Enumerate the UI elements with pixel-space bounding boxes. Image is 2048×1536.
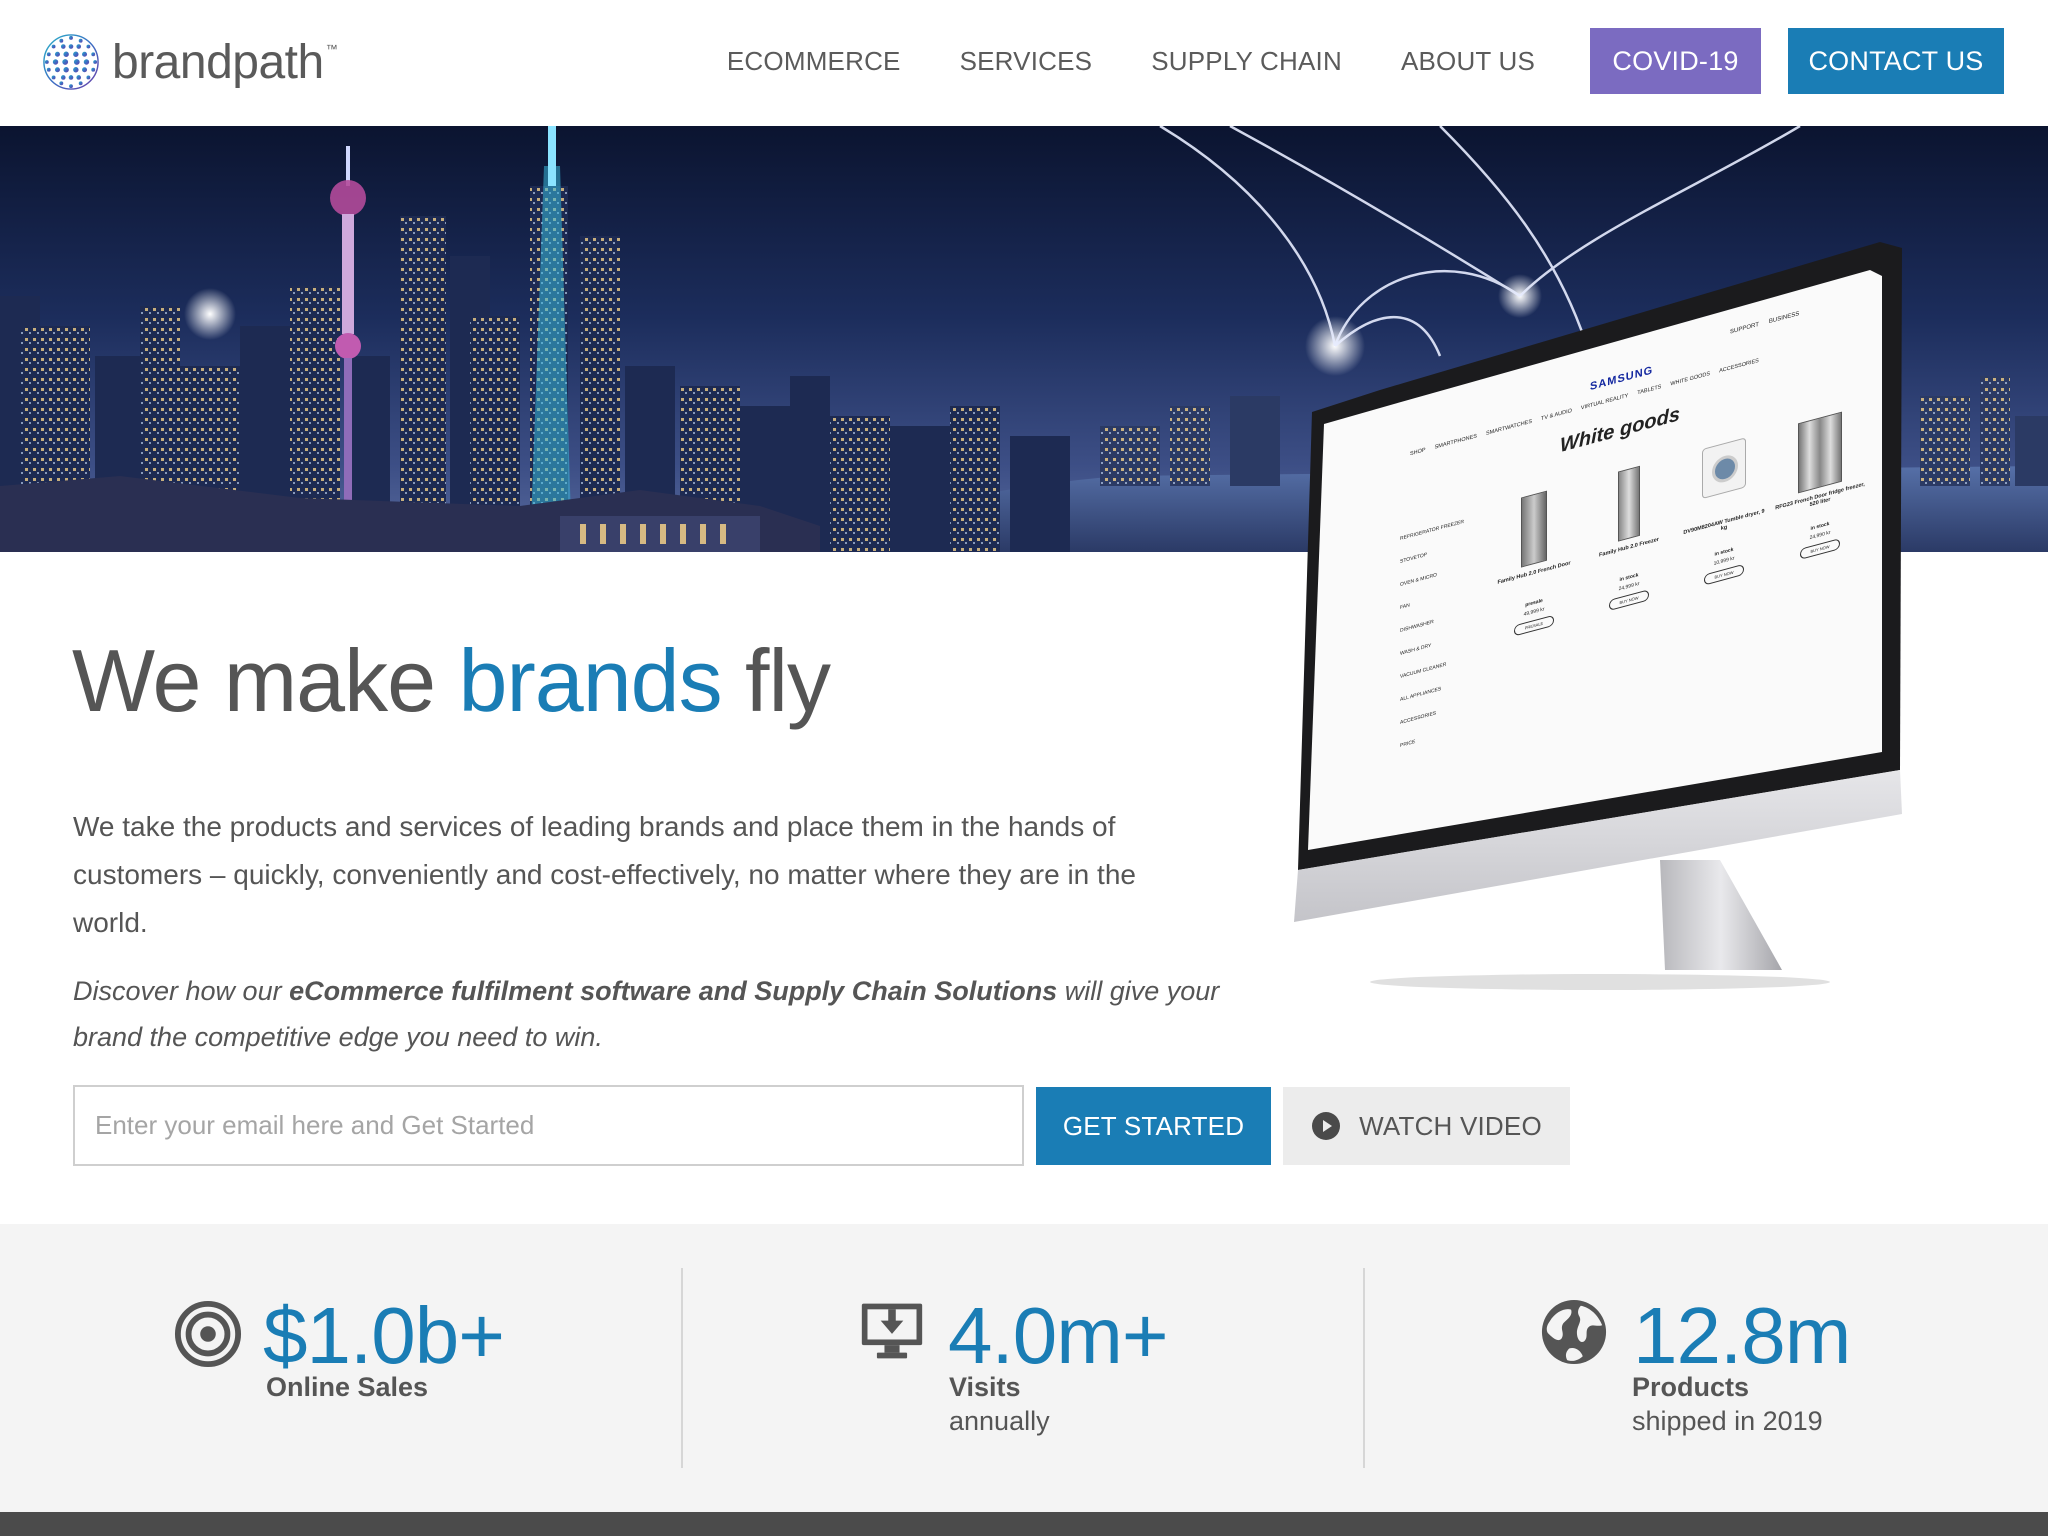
screen-tab: VIRTUAL REALITY [1580,392,1629,412]
nav-ecommerce[interactable]: ECOMMERCE [727,46,901,77]
main-nav: ECOMMERCE SERVICES SUPPLY CHAIN ABOUT US… [727,28,2004,94]
stat-subtext: shipped in 2019 [1632,1406,1823,1436]
stats-section: $1.0b+ Online Sales 4.0m+ Visits annuall… [0,1224,2048,1512]
target-icon [174,1300,242,1368]
screen-product-name: DV90M8204AW Tumble dryer, 9 kg [1683,508,1765,537]
screen-tab: SHOP [1410,447,1426,458]
footer-bar [0,1512,2048,1536]
email-input[interactable] [73,1085,1024,1166]
get-started-button[interactable]: GET STARTED [1036,1087,1271,1165]
globe-logo-icon [43,34,99,90]
headline-text-start: We make [72,631,459,730]
covid-button[interactable]: COVID-19 [1590,28,1761,94]
screen-tab: WHITE GOODS [1670,370,1711,388]
stat-subtext: annually [949,1406,1050,1436]
brand-name: brandpath [112,35,324,89]
screen-tab: SMARTWATCHES [1485,418,1533,437]
stats-divider [1363,1268,1365,1468]
trademark-mark: ™ [325,42,338,56]
dryer-image [1702,437,1746,500]
screen-product-card: DV90M8204AW Tumble dryer, 9 kg in stock … [1680,431,1768,592]
screen-product-card: Family Hub 2.0 Freezer in stock 24,999 k… [1585,457,1673,618]
stat-label: Visits [949,1372,1021,1402]
headline-accent-word: brands [458,631,723,730]
fridge-image [1618,465,1640,542]
nav-services[interactable]: SERVICES [960,46,1093,77]
stat-value: 12.8m [1633,1291,1851,1380]
globe-icon [1541,1299,1607,1365]
imac-mockup: SUPPORT BUSINESS SAMSUNG SHOP SMARTPHONE… [1290,230,1910,1000]
monitor-download-icon [861,1303,923,1359]
discover-text-start: Discover how our [73,976,290,1006]
play-icon [1312,1112,1341,1140]
site-header: brandpath ™ ECOMMERCE SERVICES SUPPLY CH… [0,0,2048,126]
signup-form: GET STARTED WATCH VIDEO [73,1085,1570,1166]
headline-text-end: fly [721,631,831,730]
stat-value: 4.0m+ [948,1291,1169,1380]
discover-bold-text: eCommerce fulfilment software and Supply… [289,976,1058,1006]
screen-tab: ACCESSORIES [1719,357,1759,375]
screen-sidebar: REFRIGERATOR FREEZER STOVETOP OVEN & MIC… [1400,507,1480,758]
hero-headline: We make brands fly [72,630,831,732]
screen-tab: SMARTPHONES [1434,433,1477,451]
hero-intro-paragraph: We take the products and services of lea… [73,811,1136,938]
nav-about-us[interactable]: ABOUT US [1401,46,1535,77]
stat-value: $1.0b+ [263,1291,505,1380]
stat-label: Products [1632,1372,1750,1402]
contact-us-button[interactable]: CONTACT US [1788,28,2004,94]
hero-discover-paragraph: Discover how our eCommerce fulfilment so… [73,968,1223,1060]
stat-label: Online Sales [266,1372,429,1402]
screen-product-card: RFG23 French Door fridge freezer, 520 li… [1775,405,1865,566]
stats-divider [681,1268,683,1468]
fridge-image [1798,411,1842,494]
brandpath-logo[interactable]: brandpath ™ [42,30,338,94]
nav-supply-chain[interactable]: SUPPLY CHAIN [1151,46,1342,77]
screen-product-card: Family Hub 2.0 French Door presale 49,99… [1490,482,1578,643]
screen-tab: TABLETS [1637,383,1662,397]
fridge-image [1521,490,1547,568]
watch-video-label: WATCH VIDEO [1359,1110,1542,1141]
screen-tab: TV & AUDIO [1541,407,1572,423]
watch-video-button[interactable]: WATCH VIDEO [1283,1087,1570,1165]
